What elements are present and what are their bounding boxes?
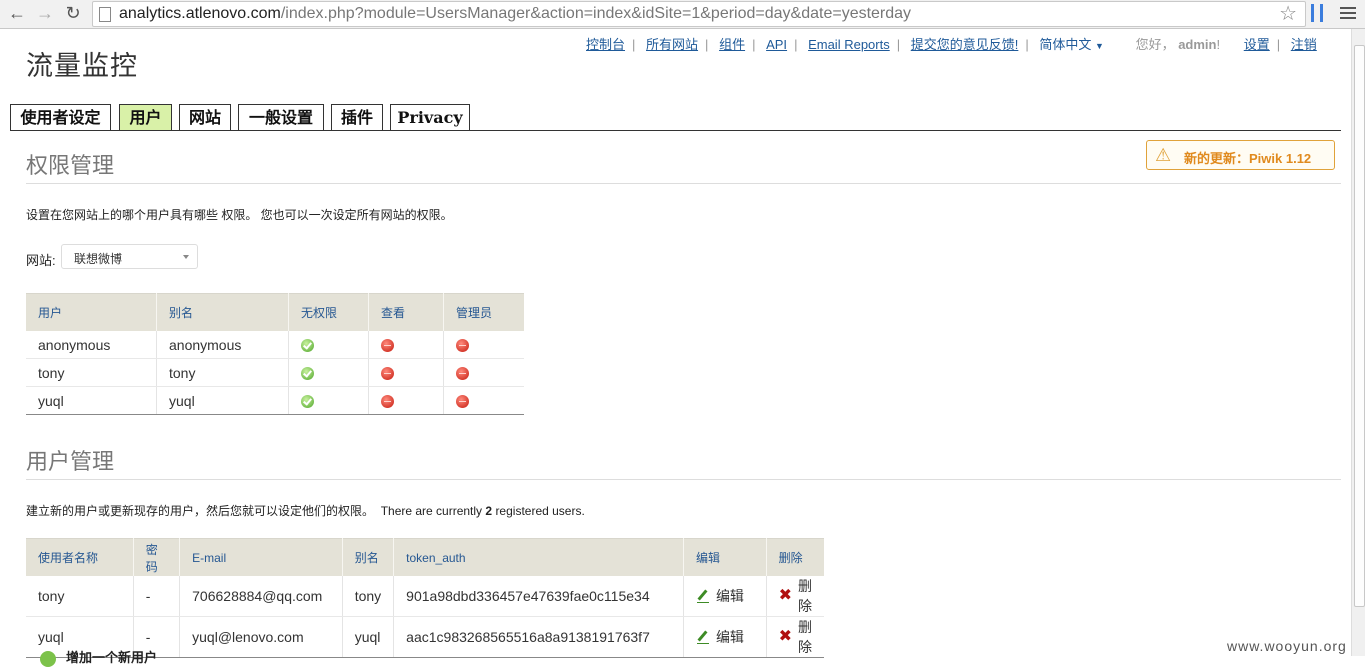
users-table: 使用者名称 密码 E-mail 别名 token_auth 编辑 删除 tony… bbox=[26, 538, 824, 658]
permissions-title: 权限管理 bbox=[26, 153, 115, 178]
forward-arrow-icon[interactable]: → bbox=[34, 2, 56, 24]
user-cell: tony bbox=[26, 358, 157, 387]
email-cell: 706628884@qq.com bbox=[179, 576, 343, 617]
settings-link[interactable]: 设置 bbox=[1244, 37, 1270, 52]
logout-link[interactable]: 注销 bbox=[1291, 37, 1317, 52]
nav-widgets[interactable]: 组件 bbox=[719, 37, 745, 52]
col-user: 用户 bbox=[26, 293, 157, 331]
access-denied-icon[interactable] bbox=[381, 367, 394, 381]
col-token: token_auth bbox=[393, 538, 684, 576]
back-arrow-icon[interactable]: ← bbox=[6, 2, 28, 24]
col-alias: 别名 bbox=[156, 293, 289, 331]
add-icon bbox=[40, 650, 56, 667]
token-cell: aac1c983268565516a8a9138191763f7 bbox=[393, 616, 684, 658]
alias-cell: yuql bbox=[156, 386, 289, 415]
greeting: 您好， admin! bbox=[1135, 37, 1221, 52]
update-notice[interactable]: ⚠ 新的更新：Piwik 1.12 bbox=[1146, 140, 1335, 170]
check-selected-icon[interactable] bbox=[301, 367, 314, 381]
divider bbox=[26, 183, 1341, 184]
nav-api[interactable]: API bbox=[766, 37, 787, 52]
table-row: yuql yuql bbox=[26, 386, 524, 415]
language-selector[interactable]: 简体中文 ▼ bbox=[1039, 37, 1104, 52]
scrollbar-thumb[interactable] bbox=[1354, 45, 1365, 607]
tab-privacy[interactable]: Privacy bbox=[390, 104, 470, 130]
delete-button[interactable]: ✖ 删除 bbox=[779, 576, 812, 616]
top-navigation: 控制台 | 所有网站 | 组件 | API | Email Reports | 提交您的意… bbox=[586, 37, 1317, 52]
col-email: E-mail bbox=[179, 538, 343, 576]
token-cell: 901a98dbd336457e47639fae0c115e34 bbox=[393, 576, 684, 617]
vertical-scrollbar[interactable] bbox=[1351, 29, 1365, 656]
access-denied-icon[interactable] bbox=[456, 339, 469, 353]
col-alias: 别名 bbox=[342, 538, 395, 576]
col-delete: 删除 bbox=[766, 538, 824, 576]
user-cell: anonymous bbox=[26, 331, 157, 359]
user-count: 2 bbox=[485, 504, 493, 518]
browser-toolbar: ← → ↻ analytics.atlenovo.com/index.php?m… bbox=[0, 0, 1365, 29]
delete-x-icon: ✖ bbox=[778, 587, 792, 604]
alias-cell: yuql bbox=[342, 616, 395, 658]
permissions-description: 设置在您网站上的哪个用户具有哪些 权限。 您也可以一次设定所有网站的权限。 bbox=[26, 208, 453, 222]
access-denied-icon[interactable] bbox=[456, 395, 469, 409]
col-login: 使用者名称 bbox=[26, 538, 134, 576]
edit-button[interactable]: 编辑 bbox=[696, 586, 744, 606]
check-selected-icon[interactable] bbox=[301, 339, 314, 353]
user-cell: yuql bbox=[26, 386, 157, 415]
col-admin: 管理员 bbox=[443, 293, 524, 331]
page-icon bbox=[99, 7, 111, 22]
tab-users[interactable]: 用户 bbox=[119, 104, 172, 130]
user-management-description: 建立新的用户或更新现存的用户，然后您就可以设定他们的权限。 There are … bbox=[26, 504, 585, 518]
col-noaccess: 无权限 bbox=[288, 293, 369, 331]
nav-email-reports[interactable]: Email Reports bbox=[808, 37, 890, 52]
tab-general-settings[interactable]: 一般设置 bbox=[238, 104, 324, 130]
site-label: 网站: bbox=[26, 253, 56, 268]
table-row: tony - 706628884@qq.com tony 901a98dbd33… bbox=[26, 576, 824, 617]
check-selected-icon[interactable] bbox=[301, 395, 314, 409]
alias-cell: tony bbox=[156, 358, 289, 387]
dropdown-arrow-icon bbox=[183, 255, 189, 259]
watermark: www.wooyun.org bbox=[1227, 638, 1347, 654]
caret-down-icon: ▼ bbox=[1095, 41, 1104, 51]
edit-button[interactable]: 编辑 bbox=[696, 627, 744, 647]
add-user-button[interactable]: 增加一个新用户 bbox=[40, 647, 157, 667]
nav-dashboard[interactable]: 控制台 bbox=[586, 37, 625, 52]
tab-plugins[interactable]: 插件 bbox=[331, 104, 383, 130]
table-row: tony tony bbox=[26, 358, 524, 387]
access-denied-icon[interactable] bbox=[381, 395, 394, 409]
browser-menu-icon[interactable] bbox=[1340, 7, 1356, 22]
tab-websites[interactable]: 网站 bbox=[179, 104, 231, 130]
admin-tabs: 使用者设定 用户 网站 一般设置 插件 Privacy bbox=[10, 104, 1341, 131]
nav-all-websites[interactable]: 所有网站 bbox=[646, 37, 698, 52]
col-view: 查看 bbox=[368, 293, 444, 331]
url-text[interactable]: analytics.atlenovo.com/index.php?module=… bbox=[119, 5, 911, 23]
pencil-icon bbox=[696, 589, 710, 603]
divider bbox=[26, 479, 1341, 480]
warning-icon: ⚠ bbox=[1155, 145, 1172, 165]
pencil-icon bbox=[696, 630, 710, 644]
email-cell: yuql@lenovo.com bbox=[179, 616, 343, 658]
password-cell: - bbox=[133, 576, 181, 617]
login-cell: tony bbox=[26, 576, 134, 617]
alias-cell: tony bbox=[342, 576, 395, 617]
nav-feedback[interactable]: 提交您的意见反馈! bbox=[911, 37, 1019, 52]
reload-icon[interactable]: ↻ bbox=[62, 2, 84, 24]
alias-cell: anonymous bbox=[156, 331, 289, 359]
app-logo[interactable]: 流量监控 bbox=[26, 44, 138, 83]
tab-user-settings[interactable]: 使用者设定 bbox=[10, 104, 111, 130]
user-management-title: 用户管理 bbox=[26, 449, 115, 474]
delete-button[interactable]: ✖ 删除 bbox=[779, 617, 812, 657]
bookmark-star-icon[interactable]: ☆ bbox=[1279, 2, 1297, 26]
delete-x-icon: ✖ bbox=[778, 628, 792, 645]
col-edit: 编辑 bbox=[683, 538, 767, 576]
col-password: 密码 bbox=[133, 538, 181, 576]
address-bar[interactable]: analytics.atlenovo.com/index.php?module=… bbox=[92, 1, 1306, 27]
table-row: anonymous anonymous bbox=[26, 331, 524, 359]
access-denied-icon[interactable] bbox=[456, 367, 469, 381]
extension-icon[interactable] bbox=[1311, 4, 1323, 22]
permissions-table: 用户 别名 无权限 查看 管理员 anonymous anonymous ton… bbox=[26, 293, 524, 415]
site-selector[interactable]: 联想微博 bbox=[61, 244, 198, 269]
access-denied-icon[interactable] bbox=[381, 339, 394, 353]
